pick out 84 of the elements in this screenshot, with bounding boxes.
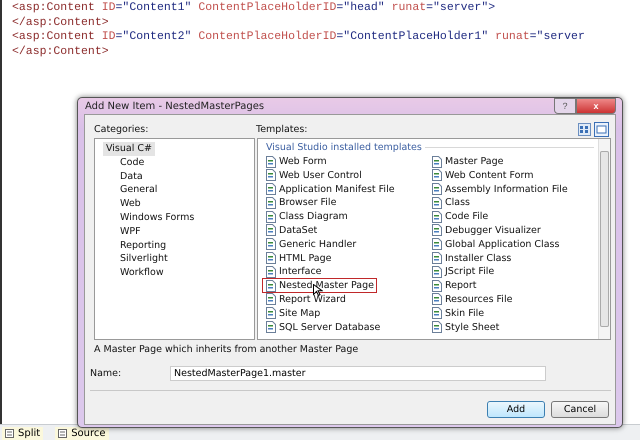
file-icon [431,210,443,223]
template-item[interactable]: Class Diagram [262,209,351,224]
template-item[interactable]: Master Page [428,154,506,169]
help-button[interactable]: ? [554,98,576,114]
template-item[interactable]: Code File [428,209,492,224]
window-title: Add New Item - NestedMasterPages [85,100,264,112]
template-item[interactable]: Site Map [262,306,324,321]
scrollbar[interactable] [598,139,610,339]
view-icon [5,428,14,438]
template-item[interactable]: Web Form [262,154,330,169]
name-field[interactable]: NestedMasterPage1.master [170,366,546,381]
template-item[interactable]: Nested Master Page [262,278,377,294]
file-icon [265,280,277,292]
category-item[interactable]: Web [117,197,144,211]
category-item[interactable]: Visual C# [103,142,155,156]
file-icon [431,169,443,182]
category-item[interactable]: Data [117,170,146,184]
file-icon [265,266,277,278]
template-item[interactable]: Browser File [262,195,340,210]
template-item[interactable]: Style Sheet [428,320,502,335]
file-icon [431,224,443,236]
category-item[interactable]: Windows Forms [117,210,198,225]
file-icon [431,252,443,264]
categories-label: Categories: [93,124,150,135]
template-item[interactable]: Debugger Visualizer [428,222,544,238]
file-icon [265,293,277,306]
template-item[interactable]: Class [428,195,473,210]
file-icon [265,196,277,209]
template-item[interactable]: Interface [262,264,325,280]
category-item[interactable]: WPF [117,224,144,239]
file-icon [431,183,443,196]
template-item[interactable]: Global Application Class [428,236,562,252]
templates-label: Templates: [256,124,308,135]
file-icon [265,224,277,236]
file-icon [265,210,277,223]
file-icon [431,293,443,306]
category-item[interactable]: Workflow [117,266,167,280]
code-line: <asp:Content ID="Content2" ContentPlaceHolderID="ContentPlaceHolder1" runat="server [12,30,585,44]
default-button[interactable]: Add [487,401,545,418]
category-item[interactable]: General [117,183,160,198]
file-icon [265,156,277,168]
code-line: </asp:Content> [12,16,109,30]
file-icon [431,196,443,209]
file-icon [265,238,277,250]
code-line: </asp:Content> [12,44,109,59]
template-item[interactable]: SQL Server Database [262,320,384,335]
file-icon [265,169,277,182]
template-item[interactable]: Web Content Form [428,168,536,183]
view-icon [58,428,68,438]
template-item[interactable]: Report [428,278,480,294]
close-button[interactable]: x [576,98,616,114]
view-tab[interactable]: Source [55,426,109,440]
template-item[interactable]: Installer Class [428,250,514,266]
file-icon [265,307,277,320]
file-icon [431,280,443,292]
template-item[interactable]: Generic Handler [262,236,360,252]
template-item[interactable]: Report Wizard [262,292,349,307]
category-item[interactable]: Reporting [117,238,170,252]
file-icon [265,252,277,264]
name-label: Name: [90,368,122,379]
template-item[interactable]: JScript File [428,264,498,280]
template-item[interactable]: HTML Page [262,250,334,266]
file-icon [431,238,443,250]
file-icon [431,307,443,320]
template-item[interactable]: Application Manifest File [262,182,398,197]
file-icon [265,183,277,196]
medium-icons-view-icon [578,123,591,136]
file-icon [265,321,277,334]
template-item[interactable]: Web User Control [262,168,365,183]
template-item[interactable]: Resources File [428,292,516,307]
category-item[interactable]: Code [117,156,148,170]
template-item[interactable]: Skin File [428,306,488,321]
scroll-thumb[interactable] [600,151,609,327]
template-item[interactable]: DataSet [262,222,320,238]
dialog-button[interactable]: Cancel [551,401,609,418]
view-tab[interactable]: Split [2,426,44,440]
file-icon [431,156,443,168]
category-item[interactable]: Silverlight [117,252,171,266]
template-description: A Master Page which inherits from another Master Page [93,343,360,357]
template-item[interactable]: Assembly Information File [428,182,571,197]
file-icon [431,321,443,334]
file-icon [431,266,443,278]
code-line: <asp:Content ID="Content1" ContentPlaceHolderID="head" runat="server"> [12,1,496,16]
group-heading: Visual Studio installed templates [266,142,422,153]
